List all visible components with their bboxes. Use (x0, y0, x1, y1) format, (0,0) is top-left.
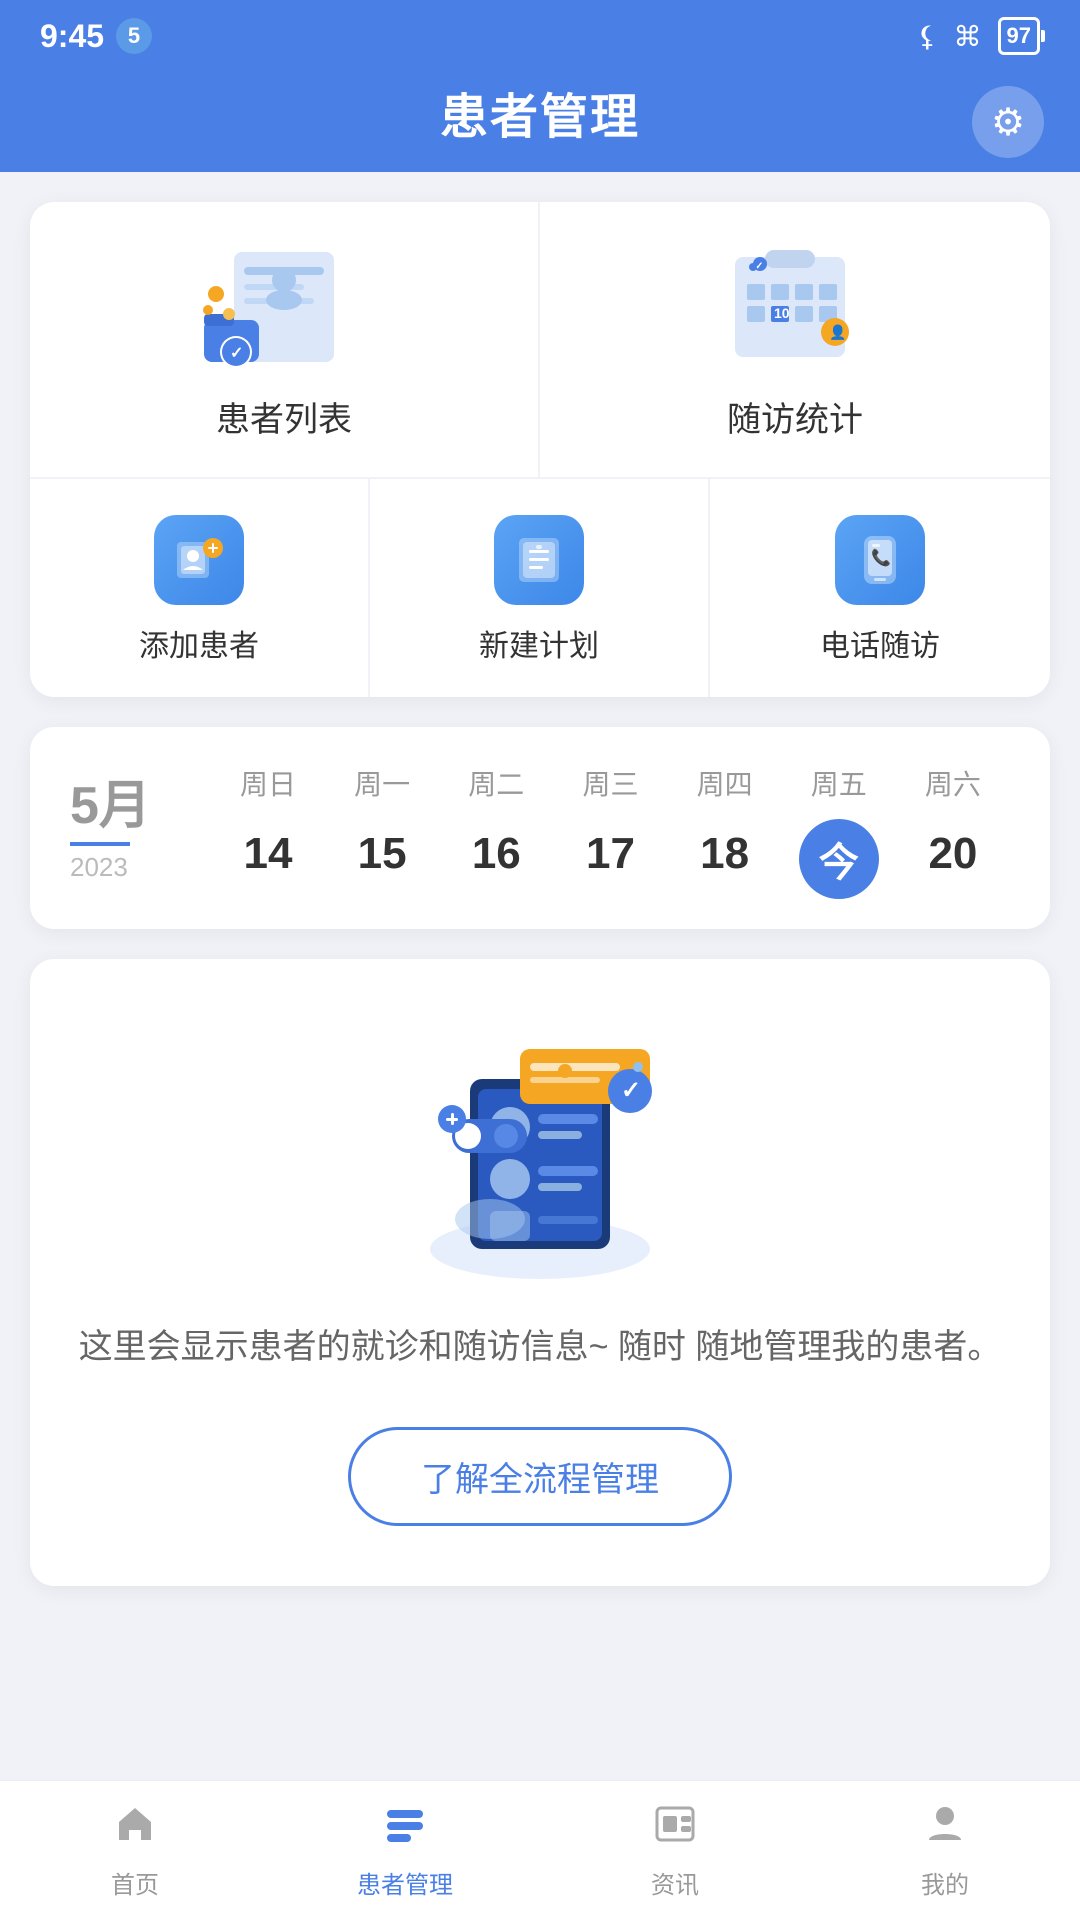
calendar-header: 5月 2023 周日 周一 周二 周三 周四 周五 周六 14 15 16 17… (70, 763, 1010, 899)
bottom-grid: 添加患者 新建计划 📞 (30, 479, 1050, 697)
patient-list-label: 患者列表 (216, 392, 352, 441)
phone-visit-cell[interactable]: 📞 电话随访 (710, 479, 1050, 697)
news-icon (653, 1802, 697, 1857)
date-20[interactable]: 20 (896, 819, 1010, 899)
nav-item-profile[interactable]: 我的 (810, 1802, 1080, 1900)
date-17[interactable]: 17 (553, 819, 667, 899)
weekday-4: 周四 (668, 763, 782, 819)
date-16[interactable]: 16 (439, 819, 553, 899)
week-grid: 周日 周一 周二 周三 周四 周五 周六 14 15 16 17 18 今 20 (211, 763, 1010, 899)
status-time: 9:45 (40, 18, 104, 55)
svg-text:10: 10 (774, 305, 790, 321)
new-plan-cell[interactable]: 新建计划 (370, 479, 710, 697)
svg-text:✓: ✓ (621, 1077, 641, 1104)
weekday-2: 周二 (439, 763, 553, 819)
nav-news-label: 资讯 (651, 1865, 699, 1900)
nav-home-label: 首页 (111, 1865, 159, 1900)
nav-item-home[interactable]: 首页 (0, 1802, 270, 1900)
weekday-5: 周五 (782, 763, 896, 819)
settings-button[interactable]: ⚙ (972, 86, 1044, 158)
month-label: 5月 2023 (70, 763, 151, 883)
nav-profile-label: 我的 (921, 1865, 969, 1900)
followup-stats-label: 随访统计 (727, 392, 863, 441)
date-15[interactable]: 15 (325, 819, 439, 899)
weekday-6: 周六 (896, 763, 1010, 819)
patient-list-cell[interactable]: ✓ 患者列表 (30, 202, 540, 477)
status-badge: 5 (116, 18, 152, 54)
phone-visit-icon: 📞 (835, 515, 925, 605)
add-patient-label: 添加患者 (139, 621, 259, 665)
weekday-1: 周一 (325, 763, 439, 819)
date-14[interactable]: 14 (211, 819, 325, 899)
battery-indicator: 97 (998, 17, 1040, 55)
month-underline (70, 842, 130, 846)
bottom-nav: 首页 患者管理 资讯 我的 (0, 1780, 1080, 1920)
nav-item-patient[interactable]: 患者管理 (270, 1802, 540, 1900)
gear-icon: ⚙ (991, 100, 1025, 145)
svg-text:📞: 📞 (871, 547, 891, 567)
weekday-0: 周日 (211, 763, 325, 819)
wifi-icon: ⌘ (954, 20, 982, 53)
top-grid: ✓ 患者列表 (30, 202, 1050, 479)
empty-state-text: 这里会显示患者的就诊和随访信息~ 随时 随地管理我的患者。 (70, 1319, 1010, 1377)
add-patient-cell[interactable]: 添加患者 (30, 479, 370, 697)
svg-text:👤: 👤 (829, 324, 846, 341)
nav-item-news[interactable]: 资讯 (540, 1802, 810, 1900)
calendar-section: 5月 2023 周日 周一 周二 周三 周四 周五 周六 14 15 16 17… (30, 727, 1050, 929)
svg-text:✓: ✓ (230, 345, 243, 362)
phone-visit-label: 电话随访 (820, 621, 940, 665)
new-plan-icon (494, 515, 584, 605)
home-icon (113, 1802, 157, 1857)
status-left: 9:45 5 (40, 18, 152, 55)
empty-state-svg: ✓ (390, 1019, 690, 1279)
learn-more-button[interactable]: 了解全流程管理 (348, 1427, 732, 1526)
year-text: 2023 (70, 852, 151, 883)
status-bar: 9:45 5 ⚸ ⌘ 97 (0, 0, 1080, 72)
date-18[interactable]: 18 (668, 819, 782, 899)
profile-icon (923, 1802, 967, 1857)
followup-stats-icon: 10 ✓ 👤 (705, 242, 885, 372)
main-function-card: ✓ 患者列表 (30, 202, 1050, 697)
new-plan-label: 新建计划 (479, 621, 599, 665)
month-text: 5月 (70, 763, 151, 838)
date-today[interactable]: 今 (799, 819, 879, 899)
weekday-3: 周三 (553, 763, 667, 819)
patient-mgmt-icon (383, 1802, 427, 1857)
bluetooth-icon: ⚸ (917, 20, 938, 53)
page-title: 患者管理 (440, 77, 640, 147)
status-right: ⚸ ⌘ 97 (917, 17, 1040, 55)
add-patient-icon (154, 515, 244, 605)
app-header: 患者管理 ⚙ (0, 72, 1080, 172)
patient-list-icon: ✓ (194, 242, 374, 372)
empty-illustration: ✓ (390, 1019, 690, 1279)
nav-patient-label: 患者管理 (357, 1865, 453, 1900)
empty-state-section: ✓ 这里会显示患者的就诊和随访信息~ 随时 随地管理我的患者。 了解全流程管理 (30, 959, 1050, 1586)
followup-stats-cell[interactable]: 10 ✓ 👤 随访统计 (540, 202, 1050, 477)
